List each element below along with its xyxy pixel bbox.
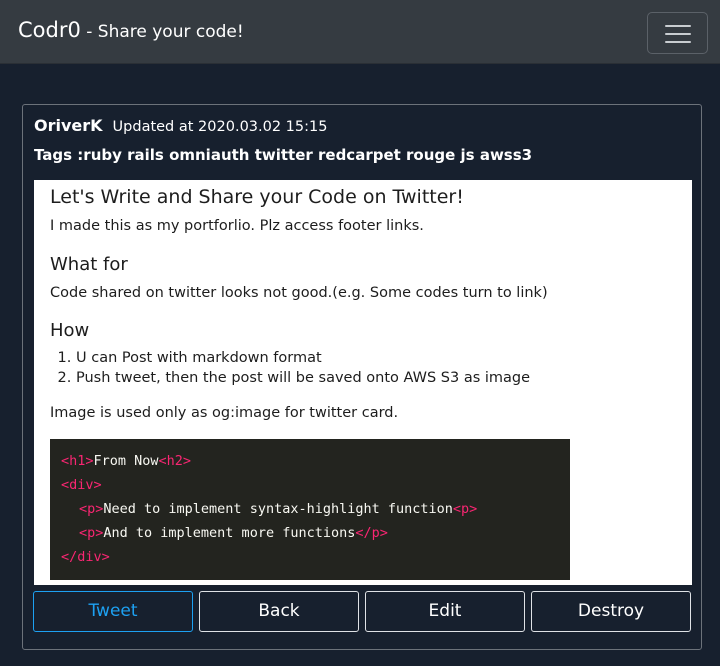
destroy-button[interactable]: Destroy: [531, 591, 691, 632]
post-author: OriverK: [34, 116, 103, 135]
back-button[interactable]: Back: [199, 591, 359, 632]
what-for-text: Code shared on twitter looks not good.(e…: [50, 285, 548, 301]
code-tag-close: <p>: [452, 501, 478, 517]
what-for-heading: What for: [50, 254, 128, 275]
code-line: <div>: [61, 475, 102, 495]
edit-button[interactable]: Edit: [365, 591, 525, 632]
code-block: <h1>From Now<h2> <div> <p>Need to implem…: [50, 439, 570, 580]
list-item: U can Post with markdown format: [76, 348, 530, 368]
list-item: Push tweet, then the post will be saved …: [76, 368, 530, 388]
how-heading: How: [50, 320, 90, 341]
code-tag-open: <h1>: [61, 453, 94, 469]
code-line: <p>And to implement more functions</p>: [79, 523, 388, 543]
code-tag-close: <h2>: [158, 453, 192, 469]
navbar-toggler-button[interactable]: [647, 12, 708, 54]
post-tags: Tags :ruby rails omniauth twitter redcar…: [34, 146, 533, 164]
code-line: </div>: [61, 547, 110, 567]
post-content: Let's Write and Share your Code on Twitt…: [34, 180, 692, 585]
code-tag-open: <div>: [61, 477, 102, 493]
post-meta: OriverK Updated at 2020.03.02 15:15: [34, 116, 327, 135]
content-title: Let's Write and Share your Code on Twitt…: [50, 186, 464, 208]
post-card: OriverK Updated at 2020.03.02 15:15 Tags …: [22, 104, 702, 650]
content-note: Image is used only as og:image for twitt…: [50, 405, 399, 421]
code-text: From Now: [93, 453, 159, 469]
top-navbar: Codr0 - Share your code!: [0, 0, 720, 64]
code-line: <p>Need to implement syntax-highlight fu…: [79, 499, 477, 519]
brand[interactable]: Codr0 - Share your code!: [18, 18, 244, 42]
post-updated-at: Updated at 2020.03.02 15:15: [112, 119, 328, 135]
code-line: <h1>From Now<h2>: [61, 451, 191, 471]
tweet-button[interactable]: Tweet: [33, 591, 193, 632]
hamburger-menu-icon: [665, 25, 691, 27]
brand-name[interactable]: Codr0: [18, 18, 81, 42]
code-tag-close: </p>: [355, 525, 388, 541]
code-tag-open: <p>: [79, 525, 104, 541]
code-tag-open: </div>: [61, 549, 110, 565]
content-intro: I made this as my portforlio. Plz access…: [50, 218, 424, 234]
code-tag-open: <p>: [79, 501, 104, 517]
hamburger-menu-icon-bar: [665, 41, 691, 43]
hamburger-menu-icon-bar: [665, 33, 691, 35]
code-text: Need to implement syntax-highlight funct…: [103, 501, 453, 517]
how-list: U can Post with markdown format Push twe…: [76, 348, 530, 388]
code-text: And to implement more functions: [103, 525, 356, 541]
brand-tagline: - Share your code!: [80, 22, 244, 42]
